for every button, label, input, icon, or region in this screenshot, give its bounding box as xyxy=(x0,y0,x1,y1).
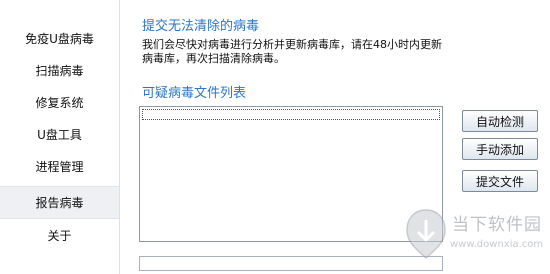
sidebar-item-process-manager[interactable]: 进程管理 xyxy=(0,150,119,183)
sidebar-item-label: 扫描病毒 xyxy=(35,64,84,78)
auto-detect-button[interactable]: 自动检测 xyxy=(462,110,538,132)
sidebar-item-scan-virus[interactable]: 扫描病毒 xyxy=(0,54,119,87)
sidebar-item-immunize-usb[interactable]: 免疫U盘病毒 xyxy=(0,22,119,55)
watermark-name: 当下软件园 xyxy=(452,215,542,235)
sidebar-item-label: 修复系统 xyxy=(35,96,84,110)
manual-add-button[interactable]: 手动添加 xyxy=(462,138,538,160)
submit-file-button[interactable]: 提交文件 xyxy=(462,170,538,192)
sidebar-item-label: 进程管理 xyxy=(35,160,84,174)
sidebar-item-repair-system[interactable]: 修复系统 xyxy=(0,86,119,119)
page-title: 提交无法清除的病毒 xyxy=(142,19,260,34)
file-path-field[interactable] xyxy=(139,256,443,271)
sidebar-item-label: 关于 xyxy=(47,229,72,243)
sidebar-item-label: U盘工具 xyxy=(37,128,82,142)
watermark-logo-icon xyxy=(406,209,446,260)
sidebar-item-label: 免疫U盘病毒 xyxy=(25,32,94,46)
sidebar-item-about[interactable]: 关于 xyxy=(0,219,119,252)
watermark: 当下软件园 www.downxia.com xyxy=(400,204,550,274)
description-text: 我们会尽快对病毒进行分析并更新病毒库，请在48小时内更新病毒库，再次扫描清除病毒… xyxy=(142,38,442,65)
sidebar-item-label: 报告病毒 xyxy=(35,196,84,210)
watermark-url: www.downxia.com xyxy=(450,239,544,250)
list-title: 可疑病毒文件列表 xyxy=(142,86,247,101)
sidebar-item-report-virus[interactable]: 报告病毒 xyxy=(0,186,119,219)
sidebar: 免疫U盘病毒 扫描病毒 修复系统 U盘工具 进程管理 报告病毒 关于 xyxy=(0,0,120,274)
suspicious-file-list[interactable] xyxy=(139,106,443,242)
list-item[interactable] xyxy=(142,109,440,120)
sidebar-item-usb-tools[interactable]: U盘工具 xyxy=(0,118,119,151)
